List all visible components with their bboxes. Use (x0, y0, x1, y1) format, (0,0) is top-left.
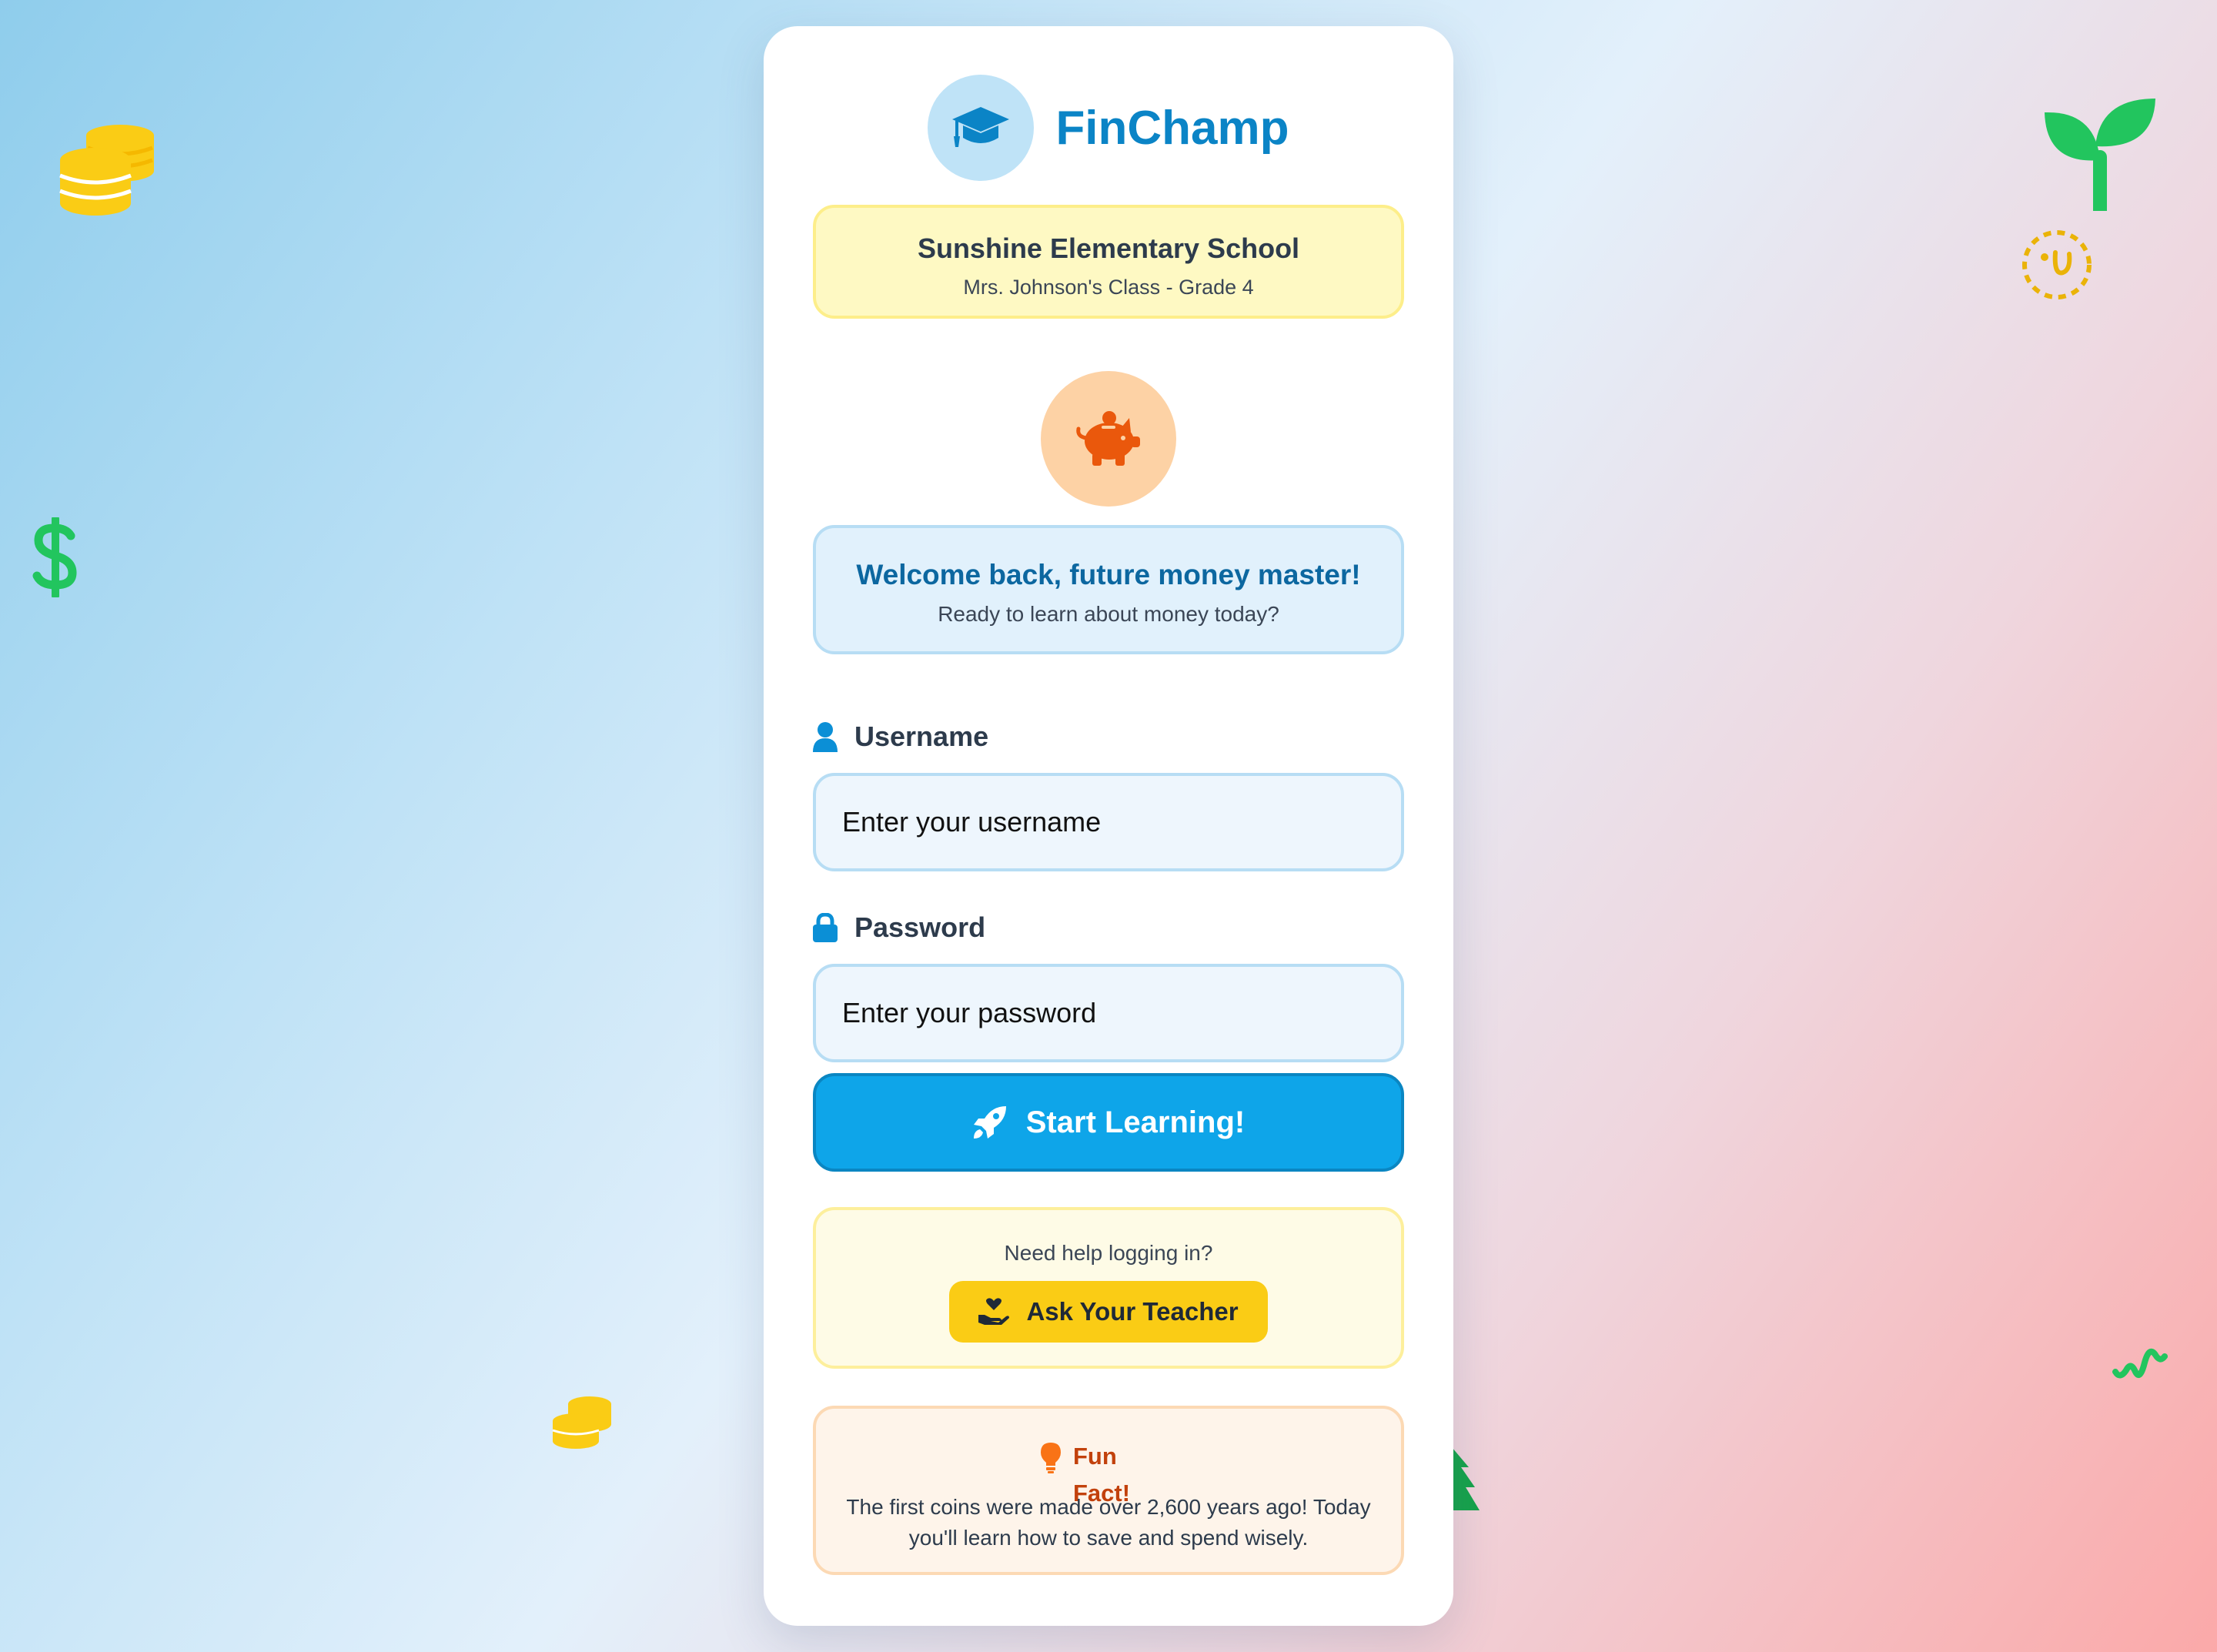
help-question: Need help logging in? (1004, 1241, 1213, 1265)
lock-icon (813, 913, 838, 942)
password-label: Password (854, 911, 986, 943)
ask-teacher-label: Ask Your Teacher (1026, 1297, 1239, 1326)
piggy-bank-icon (1076, 411, 1140, 466)
start-learning-button[interactable]: Start Learning! (813, 1073, 1404, 1172)
hand-holding-heart-icon (978, 1298, 1010, 1325)
welcome-title: Welcome back, future money master! (856, 559, 1361, 590)
password-label-row: Password (813, 908, 1404, 947)
welcome-subtitle: Ready to learn about money today? (938, 602, 1279, 626)
login-card: FinChamp Sunshine Elementary School Mrs.… (764, 26, 1453, 1626)
coins-small-icon (552, 1396, 611, 1449)
mascot-badge (1041, 371, 1176, 507)
help-panel: Need help logging in? Ask Your Teacher (813, 1207, 1404, 1369)
username-label: Username (854, 721, 989, 752)
dollar-sign-icon (32, 517, 77, 597)
seedling-icon (2045, 99, 2155, 211)
money-wave-icon (2112, 1348, 2168, 1379)
password-field-group: Password (813, 908, 1404, 1062)
ask-teacher-button[interactable]: Ask Your Teacher (949, 1281, 1268, 1343)
start-learning-label: Start Learning! (1025, 1105, 1246, 1139)
welcome-banner: Welcome back, future money master! Ready… (813, 525, 1404, 654)
fun-fact-panel: Fun Fact! The first coins were made over… (813, 1406, 1404, 1575)
lightbulb-icon (1041, 1443, 1061, 1473)
app-name: FinChamp (1055, 101, 1289, 155)
username-field-group: Username (813, 717, 1404, 871)
rocket-icon (973, 1106, 1006, 1139)
class-name: Mrs. Johnson's Class - Grade 4 (963, 276, 1254, 299)
smile-coin-icon (2022, 230, 2092, 299)
user-icon (813, 722, 838, 752)
username-label-row: Username (813, 717, 1404, 756)
password-input[interactable] (813, 964, 1404, 1062)
fun-fact-text: The first coins were made over 2,600 yea… (846, 1495, 1371, 1550)
school-name: Sunshine Elementary School (917, 232, 1300, 264)
username-input[interactable] (813, 773, 1404, 871)
brand-header: FinChamp (764, 74, 1453, 182)
coins-stack-icon (59, 125, 154, 216)
logo-badge (928, 75, 1035, 181)
school-info: Sunshine Elementary School Mrs. Johnson'… (813, 205, 1404, 319)
graduation-cap-icon (952, 107, 1010, 147)
